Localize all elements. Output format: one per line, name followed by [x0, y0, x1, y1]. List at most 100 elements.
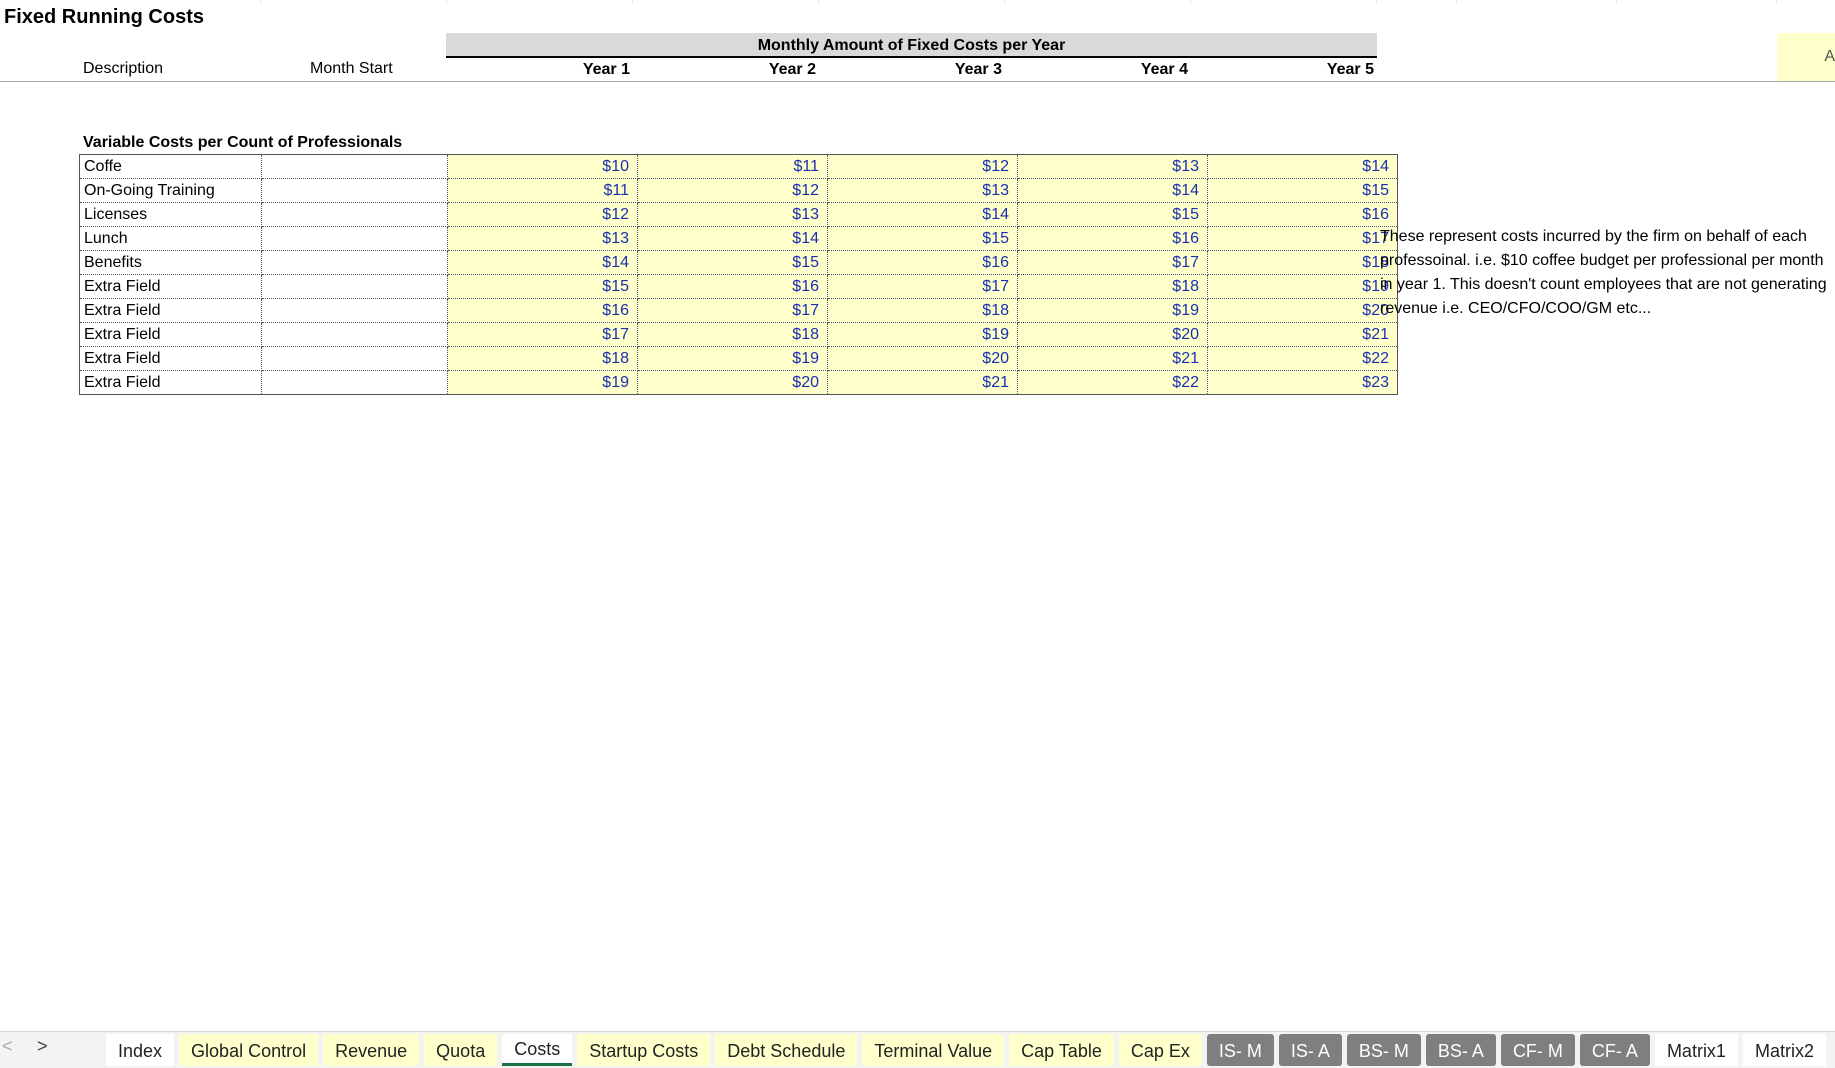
month-start-cell[interactable] [261, 226, 448, 251]
year-5-value-cell[interactable]: $15 [1207, 178, 1398, 203]
month-start-cell[interactable] [261, 202, 448, 227]
year-4-value-cell[interactable]: $17 [1017, 250, 1208, 275]
tab-debt-schedule[interactable]: Debt Schedule [715, 1034, 858, 1066]
year-5-value-cell[interactable]: $14 [1207, 154, 1398, 179]
year-2-value-cell[interactable]: $12 [637, 178, 828, 203]
year-4-value-cell[interactable]: $18 [1017, 274, 1208, 299]
year-4-value-cell[interactable]: $15 [1017, 202, 1208, 227]
cost-label-cell[interactable]: Benefits [79, 250, 262, 275]
tab-startup-costs[interactable]: Startup Costs [577, 1034, 711, 1066]
month-start-cell[interactable] [261, 274, 448, 299]
year-3-value-cell[interactable]: $15 [827, 226, 1018, 251]
column-header-year-1[interactable]: Year 1 [510, 61, 630, 79]
cost-label-cell[interactable]: On-Going Training [79, 178, 262, 203]
tab-bs-m[interactable]: BS- M [1346, 1034, 1421, 1066]
year-3-value-cell[interactable]: $21 [827, 370, 1018, 395]
year-4-value-cell[interactable]: $13 [1017, 154, 1208, 179]
year-1-value-cell[interactable]: $10 [447, 154, 638, 179]
cost-label-cell[interactable]: Extra Field [79, 370, 262, 395]
month-start-cell[interactable] [261, 154, 448, 179]
note-line[interactable]: in year 1. This doesn't count employees … [1380, 276, 1827, 294]
column-header-year-4[interactable]: Year 4 [1068, 61, 1188, 79]
column-header-description[interactable]: Description [83, 60, 163, 78]
year-1-value-cell[interactable]: $14 [447, 250, 638, 275]
year-2-value-cell[interactable]: $19 [637, 346, 828, 371]
tab-cap-table[interactable]: Cap Table [1009, 1034, 1114, 1066]
tab-cf-a[interactable]: CF- A [1579, 1034, 1650, 1066]
year-2-value-cell[interactable]: $15 [637, 250, 828, 275]
sheet-title[interactable]: Fixed Running Costs [4, 6, 204, 29]
year-5-value-cell[interactable]: $18 [1207, 250, 1398, 275]
column-header-year-3[interactable]: Year 3 [882, 61, 1002, 79]
year-1-value-cell[interactable]: $11 [447, 178, 638, 203]
chevron-right-icon[interactable]: > [37, 1036, 48, 1057]
year-2-value-cell[interactable]: $20 [637, 370, 828, 395]
tab-global-control[interactable]: Global Control [179, 1034, 319, 1066]
cost-label-cell[interactable]: Lunch [79, 226, 262, 251]
month-start-cell[interactable] [261, 322, 448, 347]
cost-label-cell[interactable]: Extra Field [79, 346, 262, 371]
year-1-value-cell[interactable]: $13 [447, 226, 638, 251]
year-2-value-cell[interactable]: $17 [637, 298, 828, 323]
note-line[interactable]: professoinal. i.e. $10 coffee budget per… [1380, 252, 1824, 270]
year-5-value-cell[interactable]: $16 [1207, 202, 1398, 227]
tab-matrix1[interactable]: Matrix1 [1654, 1034, 1738, 1066]
month-start-cell[interactable] [261, 346, 448, 371]
tab-is-m[interactable]: IS- M [1206, 1034, 1274, 1066]
year-1-value-cell[interactable]: $12 [447, 202, 638, 227]
year-2-value-cell[interactable]: $18 [637, 322, 828, 347]
tab-terminal-value[interactable]: Terminal Value [862, 1034, 1005, 1066]
year-4-value-cell[interactable]: $14 [1017, 178, 1208, 203]
year-5-value-cell[interactable]: $21 [1207, 322, 1398, 347]
cost-label-cell[interactable]: Licenses [79, 202, 262, 227]
column-header-year-2[interactable]: Year 2 [696, 61, 816, 79]
year-5-value-cell[interactable]: $17 [1207, 226, 1398, 251]
column-header-month-start[interactable]: Month Start [310, 60, 393, 78]
tab-index[interactable]: Index [106, 1034, 175, 1066]
cost-label-cell[interactable]: Extra Field [79, 322, 262, 347]
header-band[interactable]: Monthly Amount of Fixed Costs per Year [446, 33, 1377, 58]
year-2-value-cell[interactable]: $13 [637, 202, 828, 227]
year-3-value-cell[interactable]: $20 [827, 346, 1018, 371]
tab-revenue[interactable]: Revenue [323, 1034, 420, 1066]
year-5-value-cell[interactable]: $19 [1207, 274, 1398, 299]
year-5-value-cell[interactable]: $20 [1207, 298, 1398, 323]
tab-bs-a[interactable]: BS- A [1425, 1034, 1496, 1066]
year-2-value-cell[interactable]: $16 [637, 274, 828, 299]
tab-costs[interactable]: Costs [502, 1034, 573, 1066]
year-4-value-cell[interactable]: $22 [1017, 370, 1208, 395]
month-start-cell[interactable] [261, 178, 448, 203]
year-3-value-cell[interactable]: $16 [827, 250, 1018, 275]
year-5-value-cell[interactable]: $23 [1207, 370, 1398, 395]
tab-cf-m[interactable]: CF- M [1500, 1034, 1575, 1066]
year-4-value-cell[interactable]: $16 [1017, 226, 1208, 251]
month-start-cell[interactable] [261, 298, 448, 323]
year-2-value-cell[interactable]: $11 [637, 154, 828, 179]
year-2-value-cell[interactable]: $14 [637, 226, 828, 251]
tab-is-a[interactable]: IS- A [1278, 1034, 1342, 1066]
year-4-value-cell[interactable]: $20 [1017, 322, 1208, 347]
year-4-value-cell[interactable]: $21 [1017, 346, 1208, 371]
cost-label-cell[interactable]: Coffe [79, 154, 262, 179]
section-title[interactable]: Variable Costs per Count of Professional… [83, 134, 402, 152]
month-start-cell[interactable] [261, 370, 448, 395]
note-line[interactable]: These represent costs incurred by the fi… [1380, 228, 1807, 246]
year-1-value-cell[interactable]: $19 [447, 370, 638, 395]
year-1-value-cell[interactable]: $15 [447, 274, 638, 299]
note-line[interactable]: revenue i.e. CEO/CFO/COO/GM etc... [1380, 300, 1651, 318]
year-1-value-cell[interactable]: $17 [447, 322, 638, 347]
column-header-year-5[interactable]: Year 5 [1254, 61, 1374, 79]
year-3-value-cell[interactable]: $14 [827, 202, 1018, 227]
cost-label-cell[interactable]: Extra Field [79, 298, 262, 323]
tab-quota[interactable]: Quota [424, 1034, 498, 1066]
month-start-cell[interactable] [261, 250, 448, 275]
year-3-value-cell[interactable]: $12 [827, 154, 1018, 179]
tab-matrix2[interactable]: Matrix2 [1742, 1034, 1826, 1066]
cost-label-cell[interactable]: Extra Field [79, 274, 262, 299]
year-3-value-cell[interactable]: $17 [827, 274, 1018, 299]
tab-cap-ex[interactable]: Cap Ex [1118, 1034, 1202, 1066]
year-5-value-cell[interactable]: $22 [1207, 346, 1398, 371]
year-1-value-cell[interactable]: $18 [447, 346, 638, 371]
year-3-value-cell[interactable]: $19 [827, 322, 1018, 347]
chevron-left-icon[interactable]: < [2, 1036, 13, 1057]
